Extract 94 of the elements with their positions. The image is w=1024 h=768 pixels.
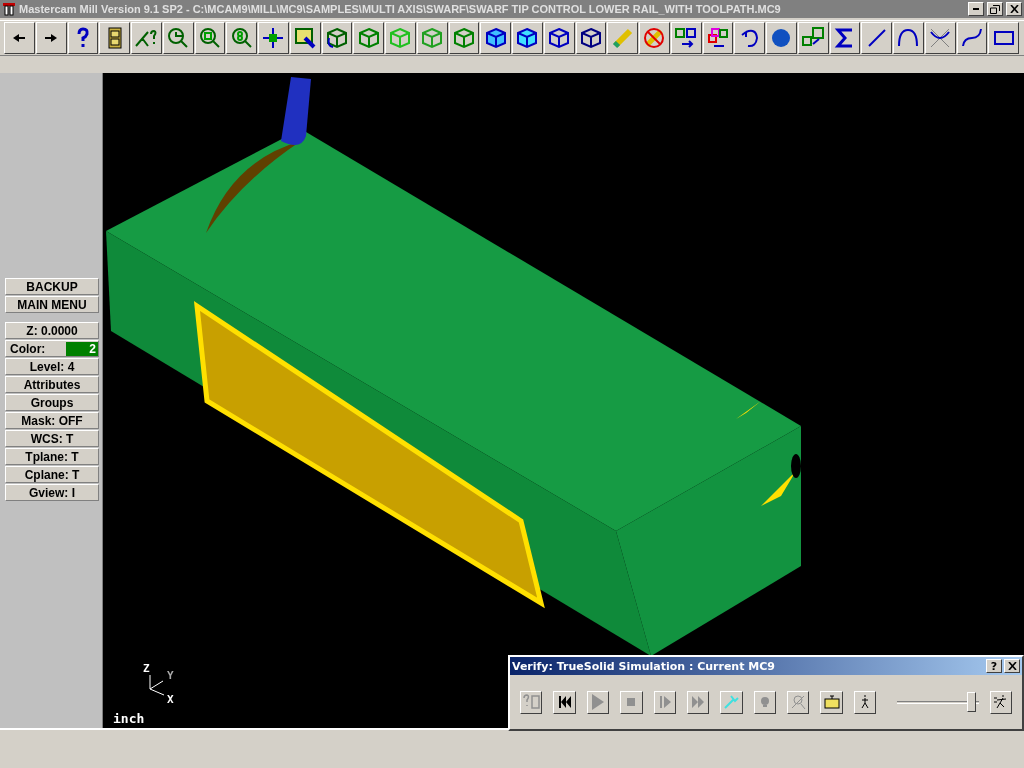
color-swatch: 2 bbox=[66, 341, 98, 356]
cube-icon bbox=[578, 26, 603, 50]
setting-button[interactable]: WCS: T bbox=[5, 430, 99, 447]
pan-icon bbox=[261, 26, 286, 50]
toolbar-button[interactable] bbox=[289, 22, 321, 54]
setting-button[interactable]: Attributes bbox=[5, 376, 99, 393]
toolbar-button[interactable] bbox=[702, 22, 734, 54]
cube-icon bbox=[388, 26, 413, 50]
dialog-toolbar-button[interactable] bbox=[753, 690, 776, 714]
toolbar-button[interactable] bbox=[480, 22, 511, 54]
copy-icon bbox=[705, 26, 730, 50]
slider-thumb[interactable] bbox=[967, 692, 977, 712]
toolbar-button[interactable] bbox=[35, 22, 67, 54]
toolbar-button[interactable] bbox=[861, 22, 892, 54]
toolbar-button[interactable] bbox=[448, 22, 480, 54]
color-button[interactable]: Color: 2 bbox=[5, 340, 99, 357]
toolbar-button[interactable] bbox=[639, 22, 670, 54]
dialog-toolbar-button[interactable] bbox=[653, 690, 676, 714]
axis-label: Z bbox=[143, 662, 150, 675]
query-icon bbox=[521, 692, 542, 712]
dialog-toolbar-button[interactable] bbox=[553, 690, 576, 714]
toolbar-button[interactable] bbox=[734, 22, 765, 54]
dialog-toolbar-button[interactable] bbox=[820, 690, 843, 714]
dialog-toolbar-button[interactable] bbox=[586, 690, 610, 714]
dialog-toolbar-button[interactable] bbox=[720, 690, 743, 714]
toolbar-button[interactable] bbox=[258, 22, 289, 54]
close-button[interactable] bbox=[1006, 2, 1022, 16]
move-icon bbox=[674, 26, 699, 50]
no-pencil-icon bbox=[642, 26, 667, 50]
speed-slider[interactable] bbox=[897, 692, 979, 712]
toolbar-button[interactable] bbox=[829, 22, 861, 54]
rotate-cube-icon bbox=[324, 26, 349, 50]
dialog-toolbar-button[interactable] bbox=[853, 690, 877, 714]
dialog-toolbar-button[interactable] bbox=[620, 690, 643, 714]
setting-button[interactable]: Cplane: T bbox=[5, 466, 99, 483]
restore-button[interactable] bbox=[987, 2, 1003, 16]
setting-button[interactable]: Tplane: T bbox=[5, 448, 99, 465]
toolbar-button[interactable] bbox=[67, 22, 99, 54]
toolbar-button[interactable] bbox=[797, 22, 829, 54]
cube-icon bbox=[356, 26, 381, 50]
window-title: Mastercam Mill Version 9.1 SP2 - C:\MCAM9\MILL\MC9\SAMPLES\MULTI AXIS\SWARF\SWARF TIP CONTROL LOWER RAIL_WITH TOOLPATH.MC9 bbox=[19, 3, 782, 15]
axis-label: Y bbox=[167, 669, 174, 682]
toolbar-button[interactable] bbox=[766, 22, 797, 54]
close-button[interactable] bbox=[1004, 659, 1020, 673]
close-icon bbox=[1007, 662, 1017, 670]
dialog-title: Verify: TrueSolid Simulation : Current MC9 bbox=[512, 659, 776, 673]
toolbar-button[interactable] bbox=[607, 22, 638, 54]
toolbar-button[interactable] bbox=[321, 22, 353, 54]
dialog-toolbar-button[interactable] bbox=[520, 690, 543, 714]
menu-button[interactable]: BACKUP bbox=[5, 278, 99, 295]
dialog-toolbar-button[interactable] bbox=[686, 690, 710, 714]
setting-button[interactable]: Z: 0.0000 bbox=[5, 322, 99, 339]
minimize-button[interactable] bbox=[968, 2, 984, 16]
zoom-out-icon bbox=[197, 26, 222, 50]
cube-icon bbox=[420, 26, 445, 50]
close-icon bbox=[1009, 5, 1019, 13]
toolbar-button[interactable] bbox=[956, 22, 988, 54]
fillet-icon bbox=[928, 26, 953, 50]
cube-icon bbox=[547, 26, 572, 50]
cube-icon bbox=[515, 26, 540, 50]
toolbar-button[interactable] bbox=[575, 22, 607, 54]
toolbar-button[interactable] bbox=[543, 22, 575, 54]
setting-button[interactable]: Mask: OFF bbox=[5, 412, 99, 429]
setting-button[interactable]: Level: 4 bbox=[5, 358, 99, 375]
cube-icon bbox=[483, 26, 508, 50]
toolbar-button[interactable] bbox=[353, 22, 384, 54]
toolbar-button[interactable] bbox=[416, 22, 448, 54]
setting-button[interactable]: Gview: I bbox=[5, 484, 99, 501]
toolbar-button[interactable] bbox=[988, 22, 1019, 54]
toolbar-button[interactable] bbox=[99, 22, 130, 54]
toolbar-button[interactable] bbox=[670, 22, 702, 54]
units-label: inch bbox=[113, 711, 145, 726]
toolbar-button[interactable] bbox=[194, 22, 226, 54]
axis-triad-icon bbox=[149, 674, 165, 696]
toolbar-button[interactable] bbox=[4, 22, 35, 54]
zoom-eight-icon bbox=[229, 26, 254, 50]
help-button[interactable]: ? bbox=[986, 659, 1002, 673]
toolbar-button[interactable] bbox=[893, 22, 924, 54]
app-logo-icon bbox=[2, 2, 16, 16]
minimize-icon bbox=[973, 8, 979, 10]
toolbar-button[interactable] bbox=[226, 22, 257, 54]
toolbar-button[interactable] bbox=[162, 22, 194, 54]
restore-icon bbox=[990, 4, 1000, 14]
toolbar-button[interactable] bbox=[385, 22, 416, 54]
pencil-icon bbox=[610, 26, 635, 50]
toolbar-button[interactable] bbox=[131, 22, 162, 54]
toolbar-button[interactable] bbox=[924, 22, 956, 54]
axis-label: X bbox=[167, 693, 174, 706]
cube-icon bbox=[451, 26, 476, 50]
toolbar-button[interactable] bbox=[512, 22, 543, 54]
dialog-toolbar-button[interactable] bbox=[989, 690, 1012, 714]
stl-file-icon bbox=[821, 692, 842, 712]
setting-button[interactable]: Groups bbox=[5, 394, 99, 411]
menu-button[interactable]: MAIN MENU bbox=[5, 296, 99, 313]
